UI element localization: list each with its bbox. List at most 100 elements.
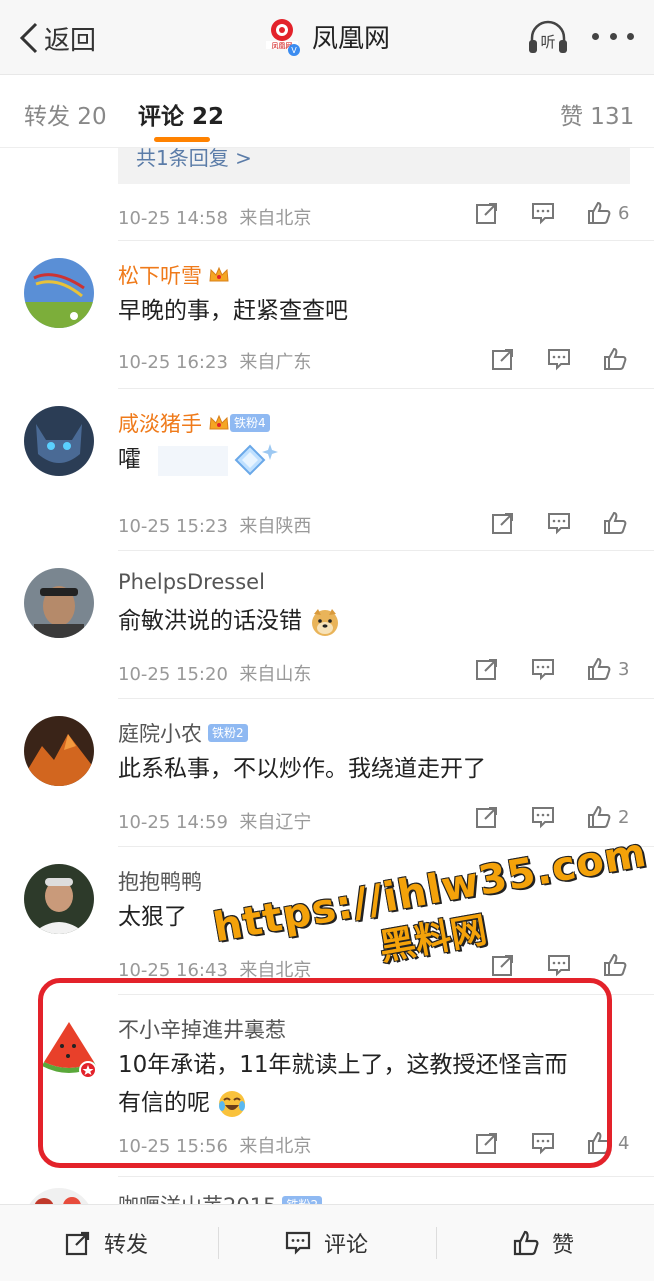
like-action[interactable] — [602, 346, 628, 372]
bottom-action-bar: 转发 评论 赞 — [0, 1204, 654, 1281]
repost-action[interactable] — [490, 952, 516, 978]
divider — [118, 388, 654, 389]
comment-text: 此系私事，不以炒作。我绕道走开了 — [118, 756, 486, 782]
chevron-left-icon — [19, 22, 38, 54]
comment-action[interactable] — [546, 346, 572, 372]
fan-badge: 铁粉2 — [282, 1196, 323, 1204]
reply-preview-box[interactable]: 共1条回复 > — [118, 146, 630, 184]
avatar[interactable] — [24, 1188, 94, 1204]
account-brand[interactable]: 凤凰网 V 凤凰网 — [262, 16, 390, 56]
comment-meta: 10-25 15:20 来自山东 — [118, 664, 312, 685]
comment-action[interactable] — [530, 804, 556, 830]
avatar[interactable] — [24, 406, 94, 476]
share-icon — [476, 807, 497, 828]
comment-meta: 10-25 14:58 来自北京 — [118, 208, 312, 229]
comment-icon — [548, 955, 570, 977]
comment-action[interactable] — [546, 510, 572, 536]
back-button[interactable]: 返回 — [18, 18, 96, 58]
repost-action[interactable] — [474, 804, 500, 830]
comment-icon — [285, 1231, 311, 1255]
thumbs-up-icon — [604, 347, 627, 370]
separator — [436, 1227, 437, 1259]
doge-emoji-icon — [312, 608, 339, 636]
thumbs-up-icon — [604, 511, 627, 534]
comment-icon — [548, 513, 570, 535]
more-dot-icon — [627, 32, 634, 40]
comment-text: 俞敏洪说的话没错 — [118, 602, 618, 640]
comment-action[interactable] — [546, 952, 572, 978]
highlight-box — [38, 978, 612, 1168]
repost-action[interactable] — [490, 346, 516, 372]
comment-icon — [548, 349, 570, 371]
comment-icon — [532, 807, 554, 829]
page-title: 凤凰网 — [312, 23, 391, 54]
comment-actions — [490, 952, 628, 978]
view-replies-link[interactable]: 共1条回复 > — [136, 142, 252, 171]
listen-button[interactable]: 听 — [526, 18, 570, 58]
like-button[interactable]: 赞 — [512, 1205, 574, 1281]
comment-actions — [490, 346, 628, 372]
like-action[interactable]: 2 — [586, 804, 630, 830]
username[interactable]: 庭院小农 铁粉2 — [118, 718, 248, 748]
comment-icon — [532, 659, 554, 681]
username[interactable]: 咖喱洋山芋2015 铁粉2 — [118, 1190, 323, 1204]
crown-badge-icon — [209, 414, 229, 430]
repost-action[interactable] — [490, 510, 516, 536]
divider — [118, 240, 654, 241]
comment-meta: 10-25 16:23 来自广东 — [118, 352, 312, 373]
share-icon — [492, 349, 513, 370]
comment-meta: 10-25 15:23 来自陕西 — [118, 516, 312, 537]
repost-button[interactable]: 转发 — [64, 1205, 148, 1281]
like-count: 3 — [618, 658, 630, 680]
repost-action[interactable] — [474, 200, 500, 226]
share-icon — [476, 203, 497, 224]
comment-label: 评论 — [324, 1233, 369, 1258]
svg-text:V: V — [291, 46, 297, 55]
crown-badge-icon — [209, 266, 229, 282]
comment-action[interactable] — [530, 656, 556, 682]
divider — [118, 698, 654, 699]
like-count: 2 — [618, 806, 630, 828]
repost-action[interactable] — [474, 656, 500, 682]
comment-actions: 6 — [474, 200, 630, 226]
tab-comment[interactable]: 评论 22 — [138, 97, 224, 131]
comment-button[interactable]: 评论 — [284, 1205, 368, 1281]
fan-badge: 铁粉2 — [208, 724, 248, 742]
thumbs-up-icon — [588, 657, 611, 680]
tab-repost[interactable]: 转发 20 — [24, 97, 107, 131]
comment-action[interactable] — [530, 200, 556, 226]
more-options-button[interactable] — [592, 26, 634, 46]
like-action[interactable] — [602, 510, 628, 536]
svg-text:听: 听 — [540, 33, 555, 51]
comment-text: 早晚的事，赶紧查查吧 — [118, 298, 348, 324]
more-dot-icon — [592, 32, 599, 40]
avatar[interactable] — [24, 716, 94, 786]
share-icon — [476, 659, 497, 680]
comment-meta: 10-25 14:59 来自辽宁 — [118, 812, 312, 833]
like-label: 赞 — [552, 1233, 575, 1258]
avatar[interactable] — [24, 568, 94, 638]
avatar[interactable] — [24, 258, 94, 328]
avatar[interactable] — [24, 864, 94, 934]
top-navigation-bar: 返回 凤凰网 V 凤凰网 听 — [0, 0, 654, 75]
like-count: 6 — [618, 202, 630, 224]
username[interactable]: 抱抱鸭鸭 — [118, 866, 202, 896]
ifeng-logo: 凤凰网 V — [262, 16, 302, 56]
thumbs-up-icon — [588, 805, 611, 828]
share-icon — [492, 955, 513, 976]
comment-actions — [490, 510, 628, 536]
back-label: 返回 — [44, 25, 97, 56]
username[interactable]: PhelpsDressel — [118, 570, 265, 594]
comment-actions: 3 — [474, 656, 630, 682]
fan-badge: 铁粉4 — [230, 414, 270, 432]
tab-like[interactable]: 赞 131 — [560, 97, 634, 131]
username[interactable]: 松下听雪 — [118, 260, 230, 290]
like-action[interactable] — [602, 952, 628, 978]
more-dot-icon — [609, 32, 617, 40]
like-action[interactable]: 6 — [586, 200, 630, 226]
username[interactable]: 咸淡猪手 铁粉4 — [118, 408, 270, 438]
like-action[interactable]: 3 — [586, 656, 630, 682]
share-icon — [65, 1231, 90, 1256]
separator — [218, 1227, 219, 1259]
headphones-icon: 听 — [529, 20, 567, 53]
